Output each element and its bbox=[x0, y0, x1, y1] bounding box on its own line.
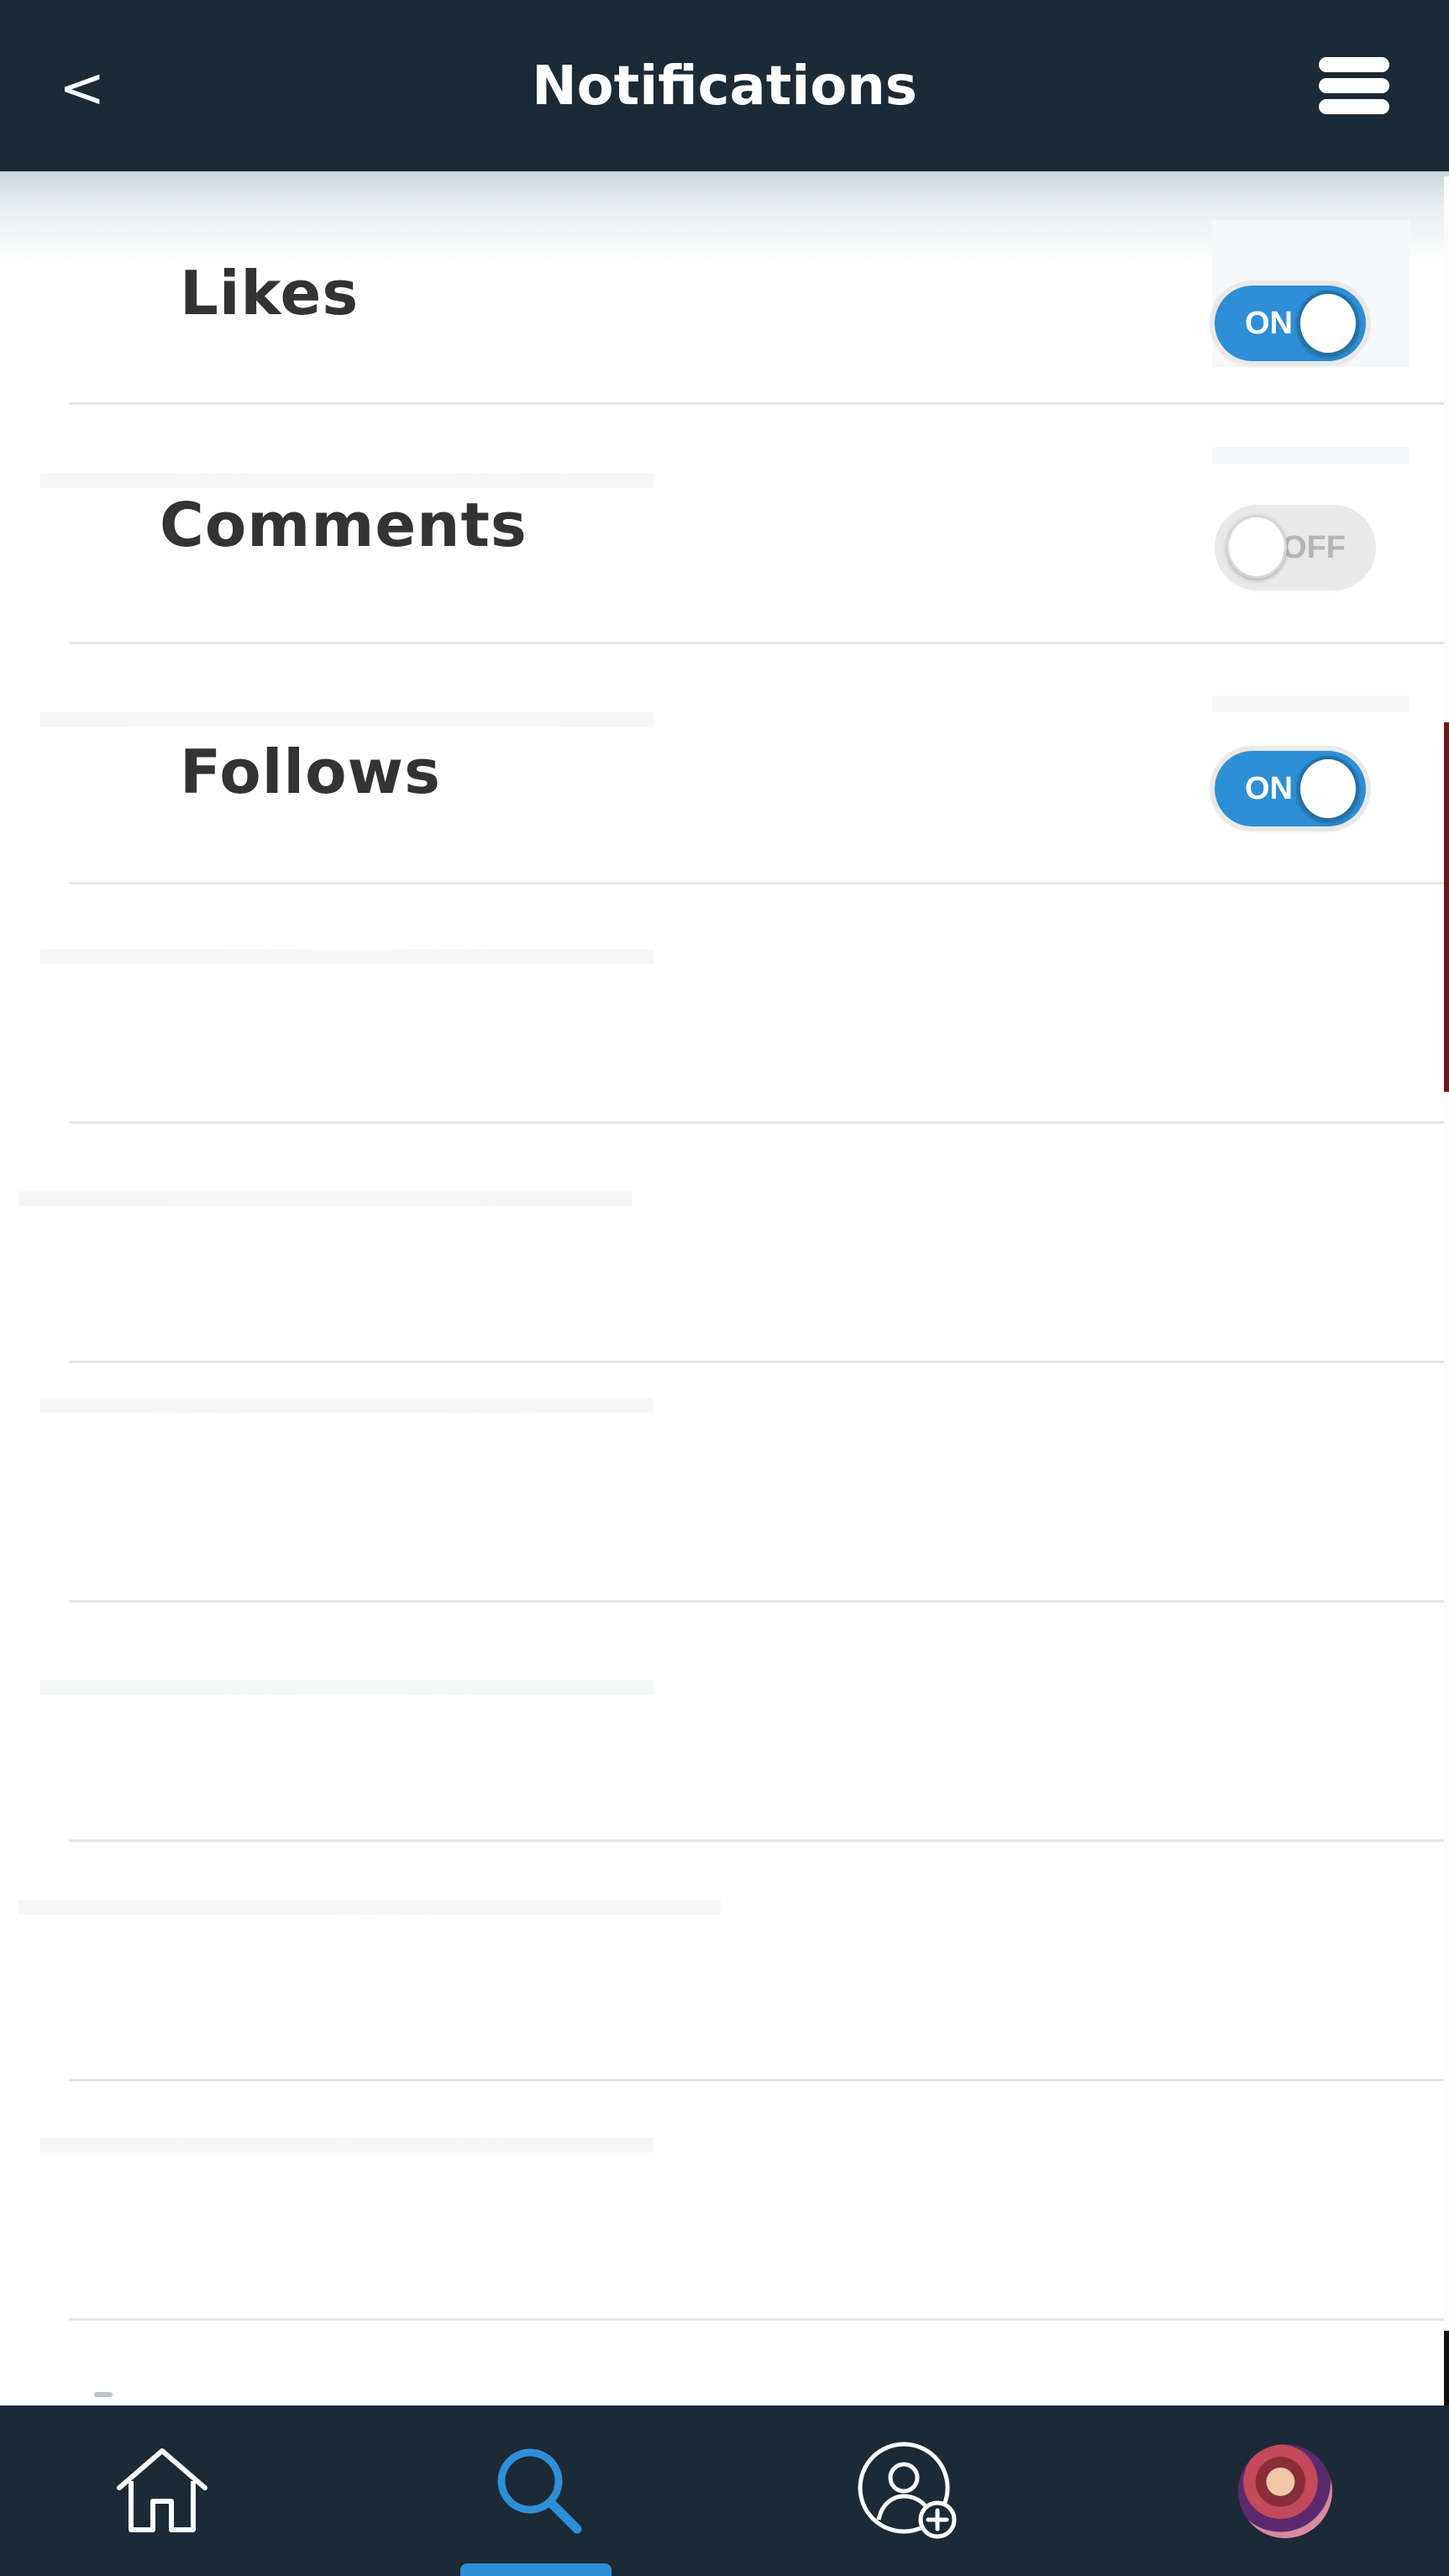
scrollbar-thumb[interactable] bbox=[1444, 722, 1449, 1092]
likes-toggle[interactable]: ON bbox=[1215, 286, 1366, 361]
toggle-state-text: OFF bbox=[1282, 530, 1346, 565]
setting-label-follows: Follows bbox=[180, 737, 441, 807]
scrollbar-track[interactable] bbox=[1444, 176, 1449, 2411]
active-tab-indicator bbox=[460, 2563, 612, 2576]
row-divider bbox=[69, 882, 1449, 884]
hamburger-menu-icon[interactable] bbox=[1310, 52, 1394, 119]
row-divider bbox=[69, 1839, 1449, 1842]
placeholder-bar bbox=[18, 1191, 632, 1206]
toggle-knob bbox=[1297, 291, 1359, 356]
placeholder-bar bbox=[40, 712, 654, 727]
add-user-icon[interactable] bbox=[853, 2436, 963, 2545]
setting-label-likes: Likes bbox=[180, 258, 360, 328]
toggle-backing bbox=[1212, 447, 1410, 464]
page-title: Notifications bbox=[532, 55, 917, 118]
bottom-navigation-bar bbox=[0, 2405, 1449, 2576]
row-divider bbox=[69, 2079, 1449, 2081]
menu-line bbox=[1319, 99, 1389, 114]
notifications-screen: < Notifications Likes ON Comments OFF Fo… bbox=[0, 0, 1449, 2576]
toggle-backing bbox=[1212, 695, 1410, 712]
placeholder-bar bbox=[40, 949, 654, 964]
row-divider bbox=[69, 642, 1449, 644]
comments-toggle[interactable]: OFF bbox=[1220, 510, 1371, 585]
profile-avatar[interactable] bbox=[1238, 2444, 1332, 2538]
top-app-bar: < Notifications bbox=[0, 0, 1449, 171]
home-icon[interactable] bbox=[108, 2436, 217, 2545]
menu-line bbox=[1319, 57, 1389, 72]
row-divider bbox=[69, 1361, 1449, 1363]
toggle-state-text: ON bbox=[1245, 771, 1293, 806]
placeholder-bar bbox=[40, 2138, 654, 2153]
toggle-state-text: ON bbox=[1245, 306, 1293, 341]
follows-toggle[interactable]: ON bbox=[1215, 751, 1366, 826]
loading-indicator bbox=[94, 2392, 113, 2397]
row-divider bbox=[69, 402, 1449, 405]
placeholder-bar bbox=[40, 1680, 654, 1695]
placeholder-bar bbox=[18, 1900, 721, 1915]
row-divider bbox=[69, 1121, 1449, 1124]
placeholder-bar bbox=[40, 473, 654, 488]
row-divider bbox=[69, 2318, 1449, 2321]
row-divider bbox=[69, 1600, 1449, 1603]
setting-label-comments: Comments bbox=[160, 490, 528, 560]
search-icon[interactable] bbox=[483, 2436, 592, 2545]
toggle-knob bbox=[1297, 756, 1359, 821]
toggle-knob bbox=[1226, 515, 1287, 579]
scrollbar-edge bbox=[1444, 2331, 1449, 2406]
menu-line bbox=[1319, 78, 1389, 93]
placeholder-bar bbox=[40, 1398, 654, 1413]
